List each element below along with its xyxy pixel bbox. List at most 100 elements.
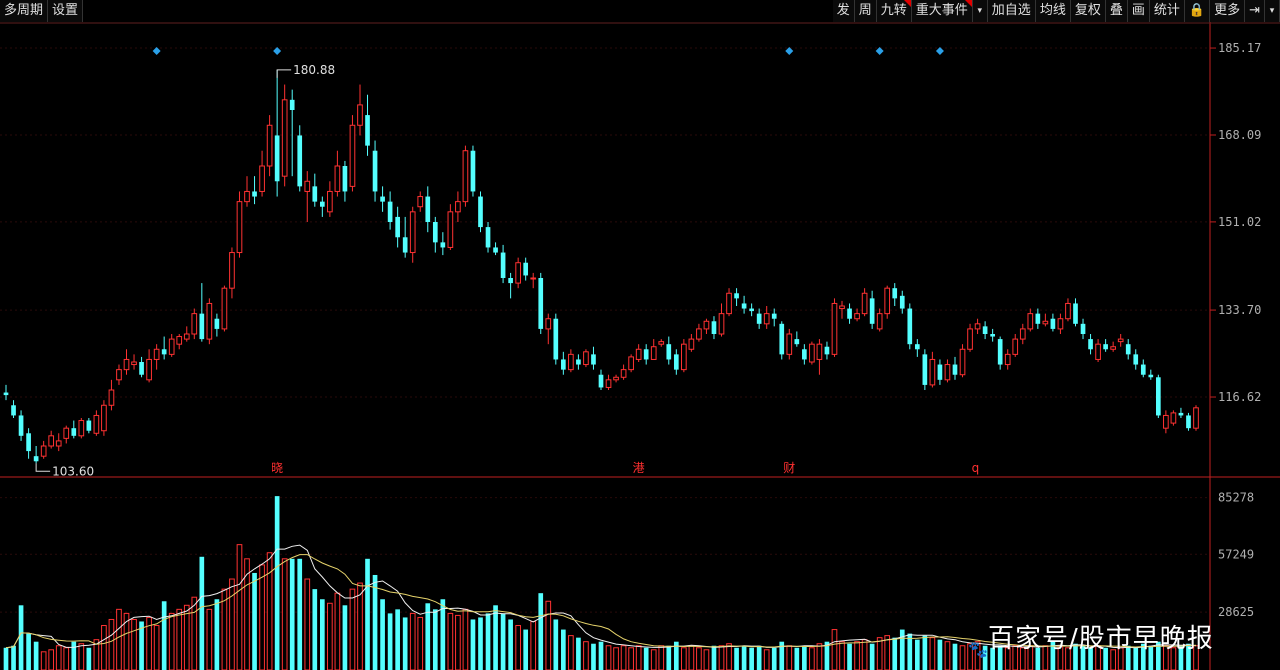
candle-body-down — [771, 313, 777, 319]
volume-bar-up — [409, 612, 416, 670]
volume-tick-label: 57249 — [1218, 547, 1254, 561]
candle-body-down — [907, 308, 913, 345]
toolbar-right-item[interactable]: 重大事件 — [911, 0, 973, 22]
candle-body-up — [816, 343, 823, 360]
candle-body-up — [1042, 320, 1049, 325]
candle-body-down — [794, 339, 800, 345]
volume-bar-up — [455, 614, 461, 670]
toolbar-right-item[interactable]: 🔒 — [1184, 0, 1211, 22]
toolbar-left-item[interactable]: 设置 — [48, 0, 84, 22]
volume-bar-up — [718, 645, 725, 670]
volume-bar-up — [726, 643, 732, 670]
candle-body-up — [628, 356, 634, 371]
volume-bar-down — [86, 647, 92, 670]
volume-bar-up — [613, 647, 619, 670]
candle-body-up — [613, 376, 619, 381]
toolbar-right-item[interactable]: 统计 — [1149, 0, 1185, 22]
candle-body-up — [168, 338, 175, 355]
candle-body-down — [523, 262, 529, 276]
candle-body-down — [997, 339, 1003, 365]
volume-bar-down — [297, 558, 303, 670]
dropdown-chevron-icon[interactable]: ▾ — [972, 0, 988, 22]
candlestick-series — [3, 69, 1199, 464]
candle-body-up — [334, 165, 341, 192]
dropdown-chevron-icon[interactable]: ▾ — [1265, 0, 1280, 22]
volume-bar-down — [402, 617, 408, 670]
toolbar-right-item[interactable]: 更多 — [1210, 0, 1246, 22]
volume-bar-up — [831, 629, 838, 670]
volume-bar-down — [33, 641, 39, 670]
toolbar-right-item[interactable]: 发 — [832, 0, 855, 22]
candle-body-up — [281, 99, 288, 177]
candle-body-up — [605, 379, 612, 388]
candle-body-down — [380, 196, 385, 202]
candle-body-up — [229, 252, 235, 289]
candle-body-down — [576, 359, 581, 365]
volume-bar-down — [914, 639, 920, 670]
candle-body-down — [214, 318, 220, 329]
price-tick-label: 168.09 — [1218, 128, 1261, 142]
candle-body-down — [11, 405, 16, 416]
toolbar-left-item[interactable]: 多周期 — [0, 0, 49, 22]
candle-body-up — [876, 313, 883, 330]
volume-bar-down — [26, 633, 31, 670]
candle-body-up — [447, 211, 454, 248]
candle-body-down — [643, 349, 649, 360]
volume-bar-down — [11, 645, 16, 670]
volume-bar-up — [809, 647, 815, 670]
volume-bar-down — [71, 641, 77, 670]
candle-body-up — [304, 180, 311, 192]
watermark: 百家号/股市早晚报 — [988, 624, 1214, 654]
kline-chart: 185.17 168.09 151.02 133.70 116.62 85278 5724… — [0, 22, 1280, 670]
volume-bar-up — [101, 625, 107, 670]
volume-bar-up — [628, 647, 634, 670]
volume-grid: 85278 57249 28625 — [0, 491, 1254, 619]
candle-body-up — [183, 333, 190, 340]
toolbar-right-item[interactable]: 复权 — [1070, 0, 1106, 22]
candle-body-up — [530, 277, 537, 280]
candle-body-down — [1140, 364, 1146, 375]
candle-body-up — [78, 420, 85, 437]
volume-bar-up — [688, 645, 695, 670]
toolbar-right-item[interactable]: 叠 — [1105, 0, 1128, 22]
volume-bar-down — [598, 641, 604, 670]
event-marker-label: 港 — [633, 461, 645, 475]
volume-bar-up — [635, 645, 642, 670]
volume-bar-down — [576, 637, 581, 670]
volume-bar-up — [229, 578, 235, 670]
volume-bar-down — [847, 643, 852, 670]
candle-body-down — [71, 428, 77, 436]
candle-body-up — [259, 165, 265, 192]
volume-bar-up — [462, 608, 469, 670]
volume-bar-up — [131, 618, 137, 670]
toolbar-right-item[interactable]: 画 — [1127, 0, 1150, 22]
toolbar-right-item[interactable]: ⇥ — [1245, 0, 1265, 22]
price-tick-label: 185.17 — [1218, 41, 1261, 55]
candle-body-down — [289, 99, 295, 110]
volume-bar-down — [523, 629, 529, 670]
paw-icon: 🐾 — [968, 640, 988, 659]
volume-bar-up — [447, 612, 454, 670]
volume-bar-up — [515, 625, 521, 670]
toolbar-right-item[interactable]: 均线 — [1035, 0, 1071, 22]
volume-bar-down — [18, 605, 24, 670]
toolbar-right-item[interactable]: 加自选 — [987, 0, 1036, 22]
candle-body-down — [673, 354, 679, 370]
toolbar-right-item[interactable]: 周 — [854, 0, 877, 22]
volume-bar-up — [959, 645, 966, 670]
candle-body-down — [33, 456, 39, 462]
candle-body-down — [990, 334, 995, 337]
candle-body-down — [425, 196, 431, 222]
candle-body-up — [1117, 338, 1124, 343]
candle-body-up — [417, 196, 424, 208]
candle-body-up — [974, 323, 981, 330]
candle-body-up — [327, 190, 333, 213]
candle-body-down — [1080, 323, 1086, 334]
volume-bar-down — [771, 647, 777, 670]
candle-body-down — [802, 349, 807, 360]
candle-body-down — [666, 344, 672, 360]
toolbar-right-item[interactable]: 九转 — [876, 0, 912, 22]
candle-body-down — [1125, 344, 1131, 355]
volume-bar-down — [161, 601, 167, 670]
volume-bar-up — [206, 608, 213, 670]
